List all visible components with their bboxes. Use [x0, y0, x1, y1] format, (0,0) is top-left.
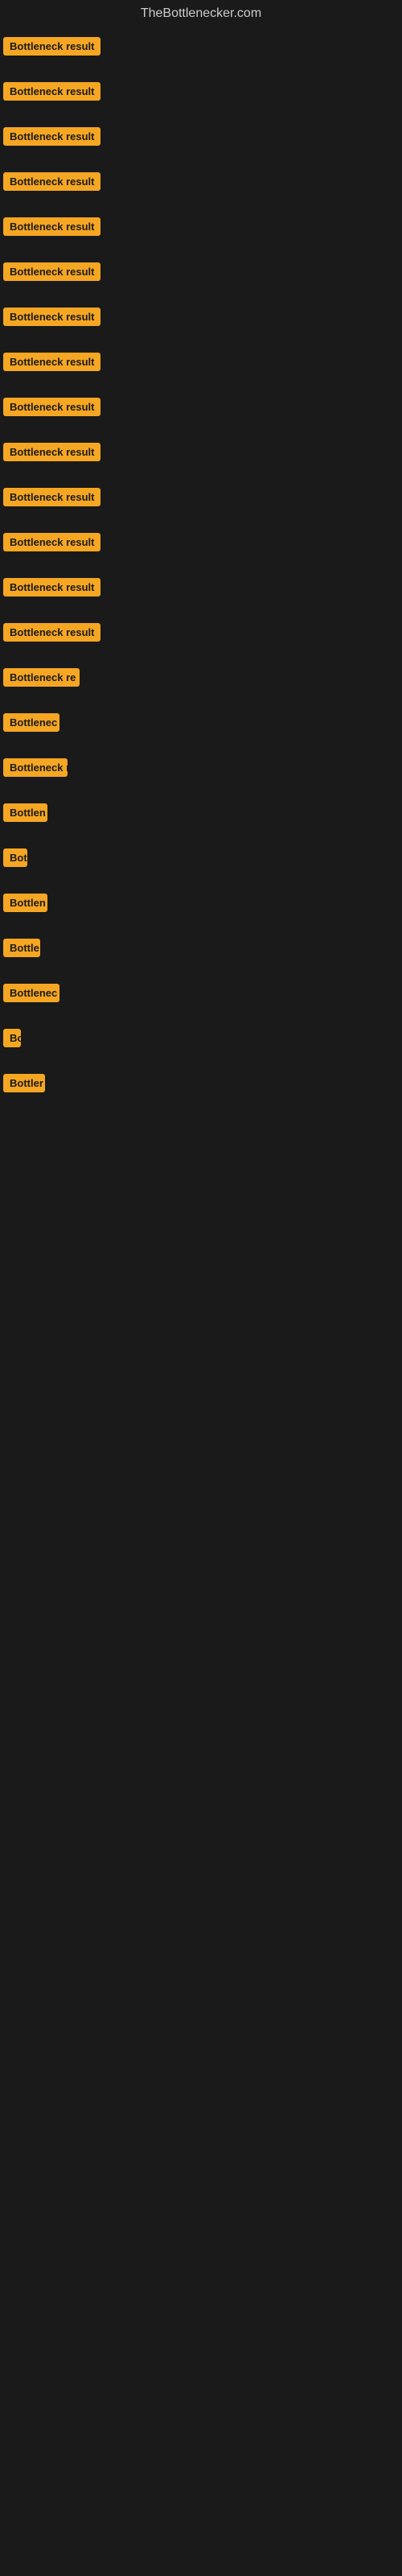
list-item: Bottleneck result — [0, 481, 402, 526]
bottleneck-badge[interactable]: Bottlenec — [3, 984, 59, 1002]
bottleneck-badge[interactable]: Bottleneck result — [3, 398, 100, 416]
list-item: Bottleneck result — [0, 346, 402, 391]
list-item: Bottleneck result — [0, 121, 402, 166]
bottleneck-list: Bottleneck result Bottleneck result Bottle… — [0, 31, 402, 1113]
site-header: TheBottlenecker.com — [0, 0, 402, 31]
list-item: Bottlenec — [0, 977, 402, 1022]
bottleneck-badge[interactable]: Bottleneck result — [3, 578, 100, 597]
list-item: Bottleneck result — [0, 301, 402, 346]
list-item: Bottlenec — [0, 707, 402, 752]
bottleneck-badge[interactable]: Bottleneck result — [3, 533, 100, 551]
bottleneck-badge[interactable]: Bot — [3, 848, 27, 867]
list-item: Bottlen — [0, 797, 402, 842]
list-item: Bottleneck result — [0, 211, 402, 256]
list-item: Bottleneck result — [0, 31, 402, 76]
list-item: Bottleneck result — [0, 76, 402, 121]
list-item: Bottleneck re — [0, 662, 402, 707]
bottleneck-badge[interactable]: Bottleneck result — [3, 262, 100, 281]
list-item: Bottleneck result — [0, 166, 402, 211]
list-item: Bottleneck result — [0, 617, 402, 662]
bottleneck-badge[interactable]: Bottleneck result — [3, 172, 100, 191]
bottleneck-badge[interactable]: Bottler — [3, 1074, 45, 1092]
list-item: Bottlen — [0, 887, 402, 932]
bottleneck-badge[interactable]: Bottleneck r — [3, 758, 68, 777]
bottleneck-badge[interactable]: Bottlen — [3, 803, 47, 822]
site-title: TheBottlenecker.com — [141, 6, 261, 20]
bottleneck-badge[interactable]: Bo — [3, 1029, 21, 1047]
list-item: Bottleneck result — [0, 526, 402, 572]
list-item: Bottleneck result — [0, 256, 402, 301]
bottleneck-badge[interactable]: Bottlenec — [3, 713, 59, 732]
bottleneck-badge[interactable]: Bottleneck result — [3, 443, 100, 461]
bottleneck-badge[interactable]: Bottleneck result — [3, 623, 100, 642]
bottleneck-badge[interactable]: Bottleneck result — [3, 308, 100, 326]
list-item: Bottle — [0, 932, 402, 977]
bottleneck-badge[interactable]: Bottleneck result — [3, 217, 100, 236]
bottleneck-badge[interactable]: Bottlen — [3, 894, 47, 912]
bottleneck-badge[interactable]: Bottleneck re — [3, 668, 80, 687]
bottleneck-badge[interactable]: Bottleneck result — [3, 353, 100, 371]
list-item: Bottleneck r — [0, 752, 402, 797]
bottleneck-badge[interactable]: Bottleneck result — [3, 127, 100, 146]
list-item: Bottleneck result — [0, 436, 402, 481]
list-item: Bot — [0, 842, 402, 887]
list-item: Bottleneck result — [0, 391, 402, 436]
list-item: Bottleneck result — [0, 572, 402, 617]
bottleneck-badge[interactable]: Bottleneck result — [3, 82, 100, 101]
bottleneck-badge[interactable]: Bottle — [3, 939, 40, 957]
list-item: Bottler — [0, 1067, 402, 1113]
bottleneck-badge[interactable]: Bottleneck result — [3, 37, 100, 56]
bottleneck-badge[interactable]: Bottleneck result — [3, 488, 100, 506]
list-item: Bo — [0, 1022, 402, 1067]
